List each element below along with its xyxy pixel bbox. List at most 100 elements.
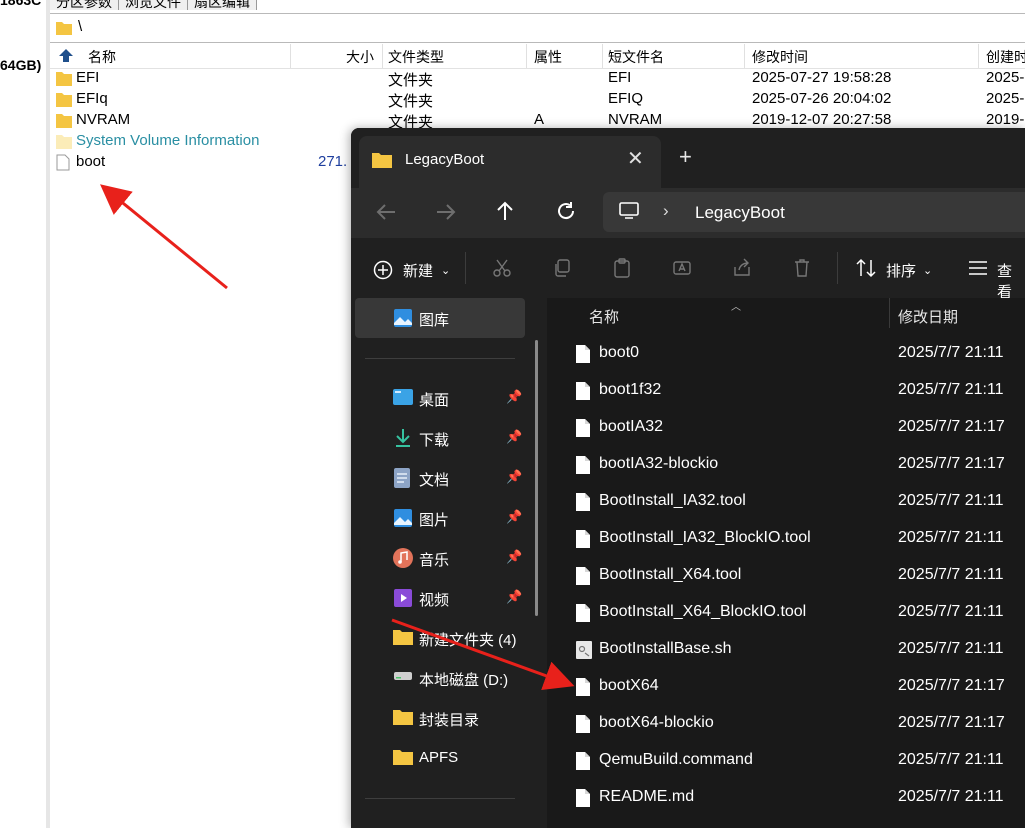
file-modified-date: 2025/7/7 21:17 [898,677,1005,694]
back-arrow-icon[interactable] [375,202,397,222]
new-tab-button[interactable]: + [679,144,692,170]
list-item[interactable]: BootInstallBase.sh 2025/7/7 21:11 [551,632,1025,669]
annotation-arrow [100,184,228,290]
plus-circle-icon[interactable] [373,260,393,280]
tab-sector-edit[interactable]: 扇区编辑 [188,0,257,10]
file-icon [576,493,590,511]
tab-browse-files[interactable]: 浏览文件 [119,0,188,10]
list-item[interactable]: BootInstall_X64_BlockIO.tool 2025/7/7 21:… [551,595,1025,632]
view-icon[interactable] [968,260,988,276]
pin-icon[interactable]: 📌 [506,389,522,405]
file-modified-date: 2025/7/7 21:11 [898,492,1004,509]
address-bar[interactable]: › LegacyBoot [603,192,1025,232]
sidebar-item-gallery[interactable]: 图库 [355,298,525,338]
chevron-down-icon[interactable]: ⌄ [923,264,932,277]
sidebar-item-local-disk-d[interactable]: 本地磁盘 (D:) [365,658,525,698]
list-item[interactable]: bootX64-blockio 2025/7/7 21:17 [551,706,1025,743]
cut-icon[interactable] [492,258,512,278]
list-item[interactable]: bootX64 2025/7/7 21:17 [551,669,1025,706]
sidebar-item-package-dir[interactable]: 封装目录 [365,698,525,738]
videos-icon [394,589,412,607]
column-header-name[interactable]: 名称 [589,306,619,327]
file-row-efiq[interactable]: EFIq 文件夹 EFIQ 2025-07-26 20:04:02 2025- [50,89,1025,110]
refresh-icon[interactable] [555,200,577,222]
list-item[interactable]: QemuBuild.command 2025/7/7 21:11 [551,743,1025,780]
copy-icon[interactable] [552,258,572,278]
col-separator[interactable] [602,44,603,68]
file-short-name: EFIQ [608,90,644,107]
col-separator[interactable] [290,44,291,68]
sidebar-item-apfs[interactable]: APFS [365,738,525,778]
paste-icon[interactable] [612,258,632,278]
sidebar-item-documents[interactable]: 文档 📌 [365,458,525,498]
delete-icon[interactable] [792,258,812,278]
view-button[interactable]: 查看 [997,260,1025,302]
sidebar-item-music[interactable]: 音乐 📌 [365,538,525,578]
sidebar-item-pictures[interactable]: 图片 📌 [365,498,525,538]
share-icon[interactable] [732,258,752,278]
sidebar-scrollbar[interactable] [535,340,538,616]
forward-arrow-icon[interactable] [435,202,457,222]
pin-icon[interactable]: 📌 [506,549,522,565]
col-attr[interactable]: 属性 [534,47,562,67]
drive-icon [394,672,412,680]
col-size[interactable]: 大小 [346,47,374,67]
list-item[interactable]: README.md 2025/7/7 21:11 [551,780,1025,817]
col-separator[interactable] [744,44,745,68]
pin-icon[interactable]: 📌 [506,509,522,525]
file-modified-date: 2025/7/7 21:11 [898,751,1004,768]
col-modified[interactable]: 修改时间 [752,47,808,67]
rename-icon[interactable] [672,258,692,278]
up-folder-icon[interactable] [58,48,74,64]
list-item[interactable]: BootInstall_IA32.tool 2025/7/7 21:11 [551,484,1025,521]
col-separator[interactable] [978,44,979,68]
column-separator[interactable] [889,298,890,328]
address-location[interactable]: LegacyBoot [695,203,785,223]
col-type[interactable]: 文件类型 [388,47,444,67]
col-separator[interactable] [526,44,527,68]
sidebar-item-label: 文档 [419,472,450,489]
file-name: BootInstall_X64_BlockIO.tool [599,603,807,620]
pictures-icon [394,509,412,527]
path-bar[interactable]: \ [50,13,1025,43]
list-item[interactable]: BootInstall_IA32_BlockIO.tool 2025/7/7 21… [551,521,1025,558]
close-tab-icon[interactable]: ✕ [627,146,644,171]
file-list-header: 名称 大小 文件类型 属性 短文件名 修改时间 创建时 [50,44,1025,69]
col-separator[interactable] [382,44,383,68]
sort-button[interactable]: 排序 [886,260,916,281]
sidebar-item-new-folder-4[interactable]: 新建文件夹 (4) [365,618,525,658]
list-item[interactable]: bootIA32-blockio 2025/7/7 21:17 [551,447,1025,484]
file-icon [576,419,590,437]
computer-icon[interactable] [619,202,639,220]
pin-icon[interactable]: 📌 [506,469,522,485]
chevron-down-icon[interactable]: ⌄ [441,264,450,277]
list-item[interactable]: bootIA32 2025/7/7 21:17 [551,410,1025,447]
left-partition-panel: 1863C 64GB) [0,0,47,828]
sidebar-item-desktop[interactable]: 桌面 📌 [365,378,525,418]
sidebar-divider [365,358,515,359]
pin-icon[interactable]: 📌 [506,429,522,445]
list-item[interactable]: BootInstall_X64.tool 2025/7/7 21:11 [551,558,1025,595]
column-header-date[interactable]: 修改日期 [898,306,958,327]
list-item[interactable]: boot0 2025/7/7 21:11 [551,336,1025,373]
sidebar-item-label: APFS [419,749,459,766]
new-button[interactable]: 新建 [403,260,433,281]
col-name[interactable]: 名称 [88,47,116,67]
list-item[interactable]: boot1f32 2025/7/7 21:11 [551,373,1025,410]
file-modified-date: 2025/7/7 21:11 [898,640,1004,657]
sort-icon[interactable] [855,258,877,278]
sidebar-item-downloads[interactable]: 下载 📌 [365,418,525,458]
pin-icon[interactable]: 📌 [506,589,522,605]
file-short-name: NVRAM [608,111,663,128]
chevron-right-icon[interactable]: › [663,201,669,221]
sidebar-item-videos[interactable]: 视频 📌 [365,578,525,618]
file-row-efi[interactable]: EFI 文件夹 EFI 2025-07-27 19:58:28 2025- [50,68,1025,89]
explorer-tab[interactable]: LegacyBoot ✕ [359,136,661,188]
up-arrow-icon[interactable] [495,200,515,222]
tab-partition-params[interactable]: 分区参数 [50,0,119,10]
music-icon [393,548,413,568]
file-created: 2019- [986,111,1025,128]
col-created[interactable]: 创建时 [986,47,1025,67]
file-name: System Volume Information [76,132,260,149]
col-short-name[interactable]: 短文件名 [608,47,664,67]
